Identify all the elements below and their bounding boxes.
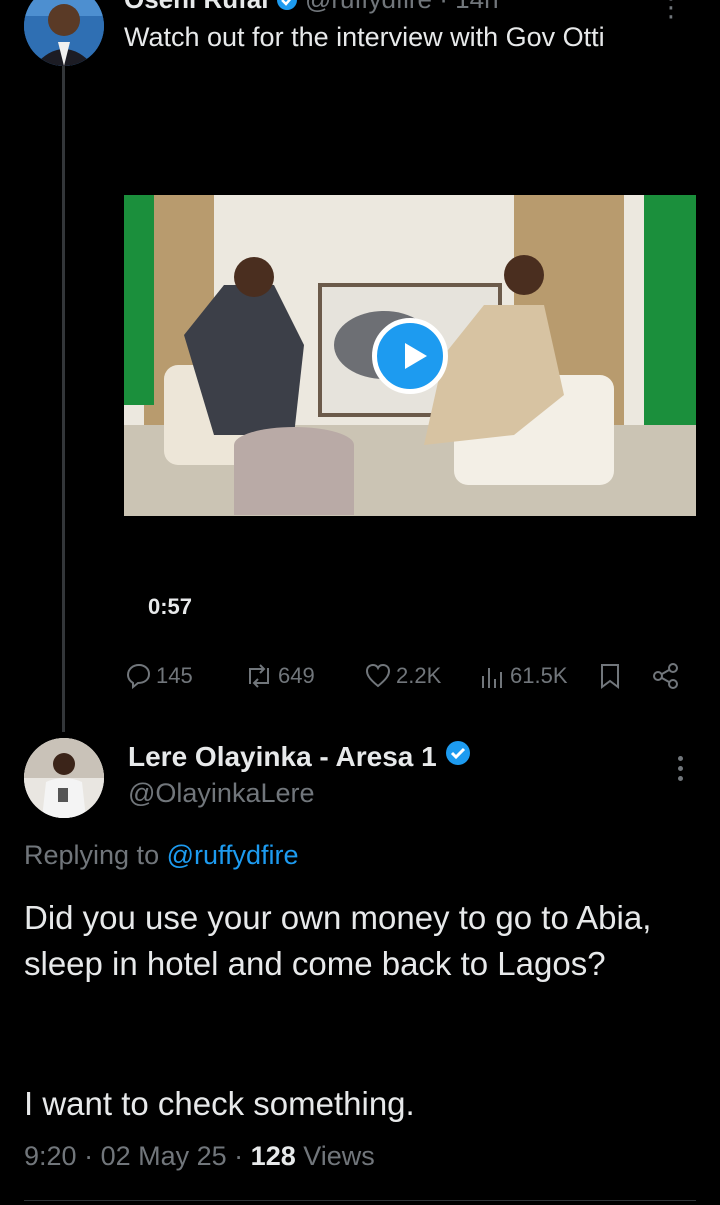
like-count: 2.2K [396,663,442,688]
reply-post-handle[interactable]: @OlayinkaLere [128,778,315,809]
thread-connector-line [62,66,65,732]
reply-count: 145 [156,663,193,688]
post-views-label: Views [303,1141,375,1171]
views-count: 61.5K [510,663,568,688]
top-post-action-bar: 145 649 2.2K 61.5K [0,662,720,698]
repost-icon [249,664,269,688]
separator-dot: · [234,1141,251,1171]
video-duration: 0:57 [148,594,193,619]
post-date: 02 May 25 [100,1141,227,1171]
share-button[interactable] [652,662,680,690]
top-post-author-name[interactable]: Oseni Rufai [124,0,268,14]
heart-icon [365,663,391,688]
repost-button[interactable]: 649 [244,662,315,690]
replying-to-prefix: Replying to [24,840,160,870]
share-icon [653,663,678,689]
post-time: 9:20 [24,1141,77,1171]
reply-button[interactable]: 145 [124,662,193,690]
top-post-avatar[interactable] [24,0,104,66]
reply-post-meta: 9:20 · 02 May 25 · 128 Views [24,1141,375,1172]
verified-badge-icon [276,0,305,14]
play-icon [405,343,427,369]
repost-count: 649 [278,663,315,688]
top-post-header: Oseni Rufai @ruffydfire · 14h [124,0,499,15]
replying-to: Replying to @ruffydfire [24,840,299,871]
views-button[interactable]: 61.5K [480,662,568,690]
bookmark-button[interactable] [598,662,622,690]
post-views-count[interactable]: 128 [251,1141,296,1171]
bookmark-icon [601,664,619,689]
separator-dot: · [84,1141,101,1171]
reply-post-body: Did you use your own money to go to Abia… [24,899,652,982]
separator-dot: · [439,0,448,14]
top-post-handle[interactable]: @ruffydfire [305,0,432,14]
replying-to-link[interactable]: @ruffydfire [167,840,299,870]
analytics-icon [482,668,502,688]
divider [24,1200,696,1201]
reply-post-avatar[interactable] [24,738,104,818]
reply-post-author-name[interactable]: Lere Olayinka - Aresa 1 [128,741,437,773]
like-button[interactable]: 2.2K [364,662,441,690]
top-post-more-icon[interactable]: ⋮ [658,0,684,23]
video-play-button[interactable] [372,318,448,394]
reply-post-author[interactable]: Lere Olayinka - Aresa 1 [128,740,471,773]
verified-badge-icon [445,740,471,773]
reply-post-body-second: I want to check something. [24,1085,415,1122]
top-post-time: 14h [455,0,498,14]
top-post-text: Watch out for the interview with Gov Ott… [124,22,605,52]
reply-post-more-icon[interactable] [670,756,690,786]
reply-icon [126,663,151,690]
